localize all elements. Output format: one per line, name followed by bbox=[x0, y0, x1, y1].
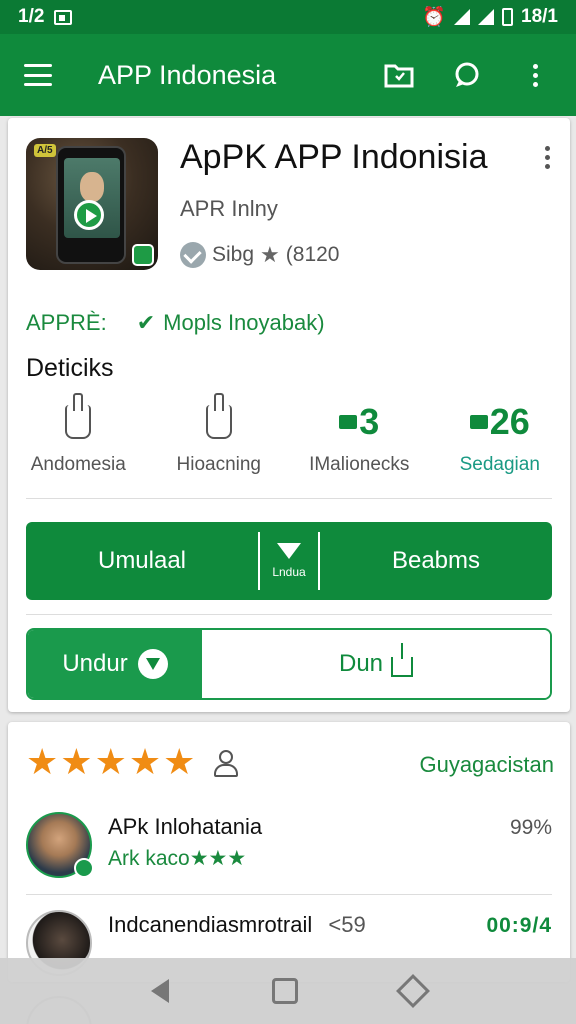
review-name-text: Indcanendiasmrotrail bbox=[108, 912, 313, 937]
star-icon: ★ bbox=[260, 242, 280, 267]
stat-item: 3 IMalionecks bbox=[289, 400, 430, 490]
menu-icon[interactable] bbox=[24, 64, 52, 86]
avatar bbox=[26, 812, 94, 878]
status-time: 1/2 bbox=[18, 6, 45, 27]
stat-item: 26 Sedagian bbox=[430, 400, 571, 490]
avatar-badge-icon bbox=[74, 858, 94, 878]
badge-icon bbox=[132, 244, 154, 266]
size-icon bbox=[469, 415, 488, 429]
review-sub-stars: ★★★ bbox=[189, 847, 247, 870]
recents-icon[interactable] bbox=[395, 974, 430, 1008]
meta-value[interactable]: Mopls Inoyabak) bbox=[163, 310, 324, 336]
split-action-button: Undur Dun bbox=[26, 628, 552, 700]
review-time: 00:9/4 bbox=[486, 914, 552, 937]
stat-label: Sedagian bbox=[459, 454, 540, 475]
app-name: ApPK APP Indonisia bbox=[180, 138, 488, 176]
verified-shield-icon bbox=[180, 242, 206, 268]
star-icon[interactable]: ★ bbox=[95, 744, 127, 780]
status-clock: 18/1 bbox=[521, 6, 558, 27]
card-overflow-icon[interactable] bbox=[545, 146, 550, 173]
app-details-card: A/5 ApPK APP Indonisia APR Inlny Sibg ★ … bbox=[8, 118, 570, 712]
stat-label: Andomesia bbox=[30, 454, 126, 475]
app-bar-title: APP Indonesia bbox=[98, 59, 277, 90]
download-mid[interactable]: Lndua bbox=[258, 532, 320, 590]
battery-icon bbox=[502, 8, 514, 26]
review-item[interactable]: APk Inlohatania Ark kaco★★★ 99% bbox=[26, 812, 552, 886]
app-developer[interactable]: APR Inlny bbox=[180, 196, 278, 222]
install-left-label[interactable]: Umulaal bbox=[26, 547, 258, 575]
home-icon[interactable] bbox=[271, 978, 298, 1004]
stat-item: Hioacning bbox=[149, 393, 290, 490]
rating-row: Sibg ★ (8120 bbox=[180, 242, 339, 268]
divider bbox=[26, 498, 552, 499]
hand-icon bbox=[205, 393, 232, 439]
divider bbox=[26, 894, 552, 895]
divider bbox=[26, 614, 552, 615]
check-icon: ✔ bbox=[136, 310, 156, 335]
rating-text: Sibg bbox=[212, 243, 255, 266]
wifi-icon bbox=[454, 9, 471, 25]
notification-icon bbox=[54, 9, 73, 25]
app-icon: A/5 bbox=[26, 138, 158, 270]
rating-stars[interactable]: ★ ★ ★ ★ ★ bbox=[26, 744, 239, 780]
stat-value: 26 bbox=[489, 401, 530, 442]
reviews-card: ★ ★ ★ ★ ★ Guyagacistan APk Inlohatania A… bbox=[8, 722, 570, 982]
star-icon[interactable]: ★ bbox=[163, 744, 195, 780]
review-sub-text: Ark kaco bbox=[108, 847, 190, 870]
details-title: Deticiks bbox=[26, 354, 114, 382]
reviews-link[interactable]: Guyagacistan bbox=[419, 752, 554, 778]
review-name: APk Inlohatania bbox=[108, 814, 263, 839]
star-icon[interactable]: ★ bbox=[60, 744, 92, 780]
stat-label: IMalionecks bbox=[309, 454, 410, 475]
star-icon[interactable]: ★ bbox=[129, 744, 161, 780]
star-icon[interactable]: ★ bbox=[26, 744, 58, 780]
app-icon-tag: A/5 bbox=[34, 144, 56, 157]
share-button[interactable]: Dun bbox=[202, 630, 550, 698]
meta-row: APPRÈ: ✔ Mopls Inoyabak) bbox=[26, 310, 325, 336]
download-count-icon bbox=[339, 415, 358, 429]
stat-item: Andomesia bbox=[8, 393, 149, 490]
download-button[interactable]: Undur bbox=[28, 630, 202, 698]
hand-icon bbox=[65, 393, 92, 439]
stat-value: 3 bbox=[359, 401, 380, 442]
review-percent: 99% bbox=[509, 816, 552, 839]
download-label: Undur bbox=[62, 650, 128, 677]
stats-row: Andomesia Hioacning 3 IMalionecks 26 Sed… bbox=[8, 393, 571, 490]
play-icon bbox=[74, 200, 104, 230]
chat-icon[interactable] bbox=[450, 58, 484, 92]
download-badge-icon bbox=[137, 649, 168, 679]
app-bar: APP Indonesia bbox=[0, 34, 576, 116]
stat-label: Hioacning bbox=[176, 454, 262, 475]
status-bar: 1/2 ⏰ 18/1 bbox=[0, 0, 576, 34]
share-icon bbox=[391, 643, 414, 677]
install-right-label[interactable]: Beabms bbox=[320, 547, 552, 575]
review-sub: Ark kaco★★★ bbox=[108, 846, 246, 871]
alarm-icon: ⏰ bbox=[422, 7, 447, 28]
signal-icon bbox=[478, 9, 495, 25]
back-icon[interactable] bbox=[151, 979, 170, 1003]
meta-label: APPRÈ: bbox=[26, 310, 107, 335]
person-icon[interactable] bbox=[211, 748, 239, 777]
download-arrow-icon bbox=[277, 543, 301, 559]
review-name: Indcanendiasmrotrail <59 bbox=[108, 912, 366, 938]
share-label: Dun bbox=[338, 650, 384, 677]
install-button[interactable]: Umulaal Lndua Beabms bbox=[26, 522, 552, 600]
folder-icon[interactable] bbox=[382, 58, 416, 92]
review-mid: <59 bbox=[328, 912, 366, 937]
rating-count: (8120 bbox=[285, 243, 340, 266]
download-mid-label: Lndua bbox=[272, 565, 306, 579]
system-nav-bar bbox=[0, 958, 576, 1024]
overflow-menu-icon[interactable] bbox=[518, 58, 552, 92]
